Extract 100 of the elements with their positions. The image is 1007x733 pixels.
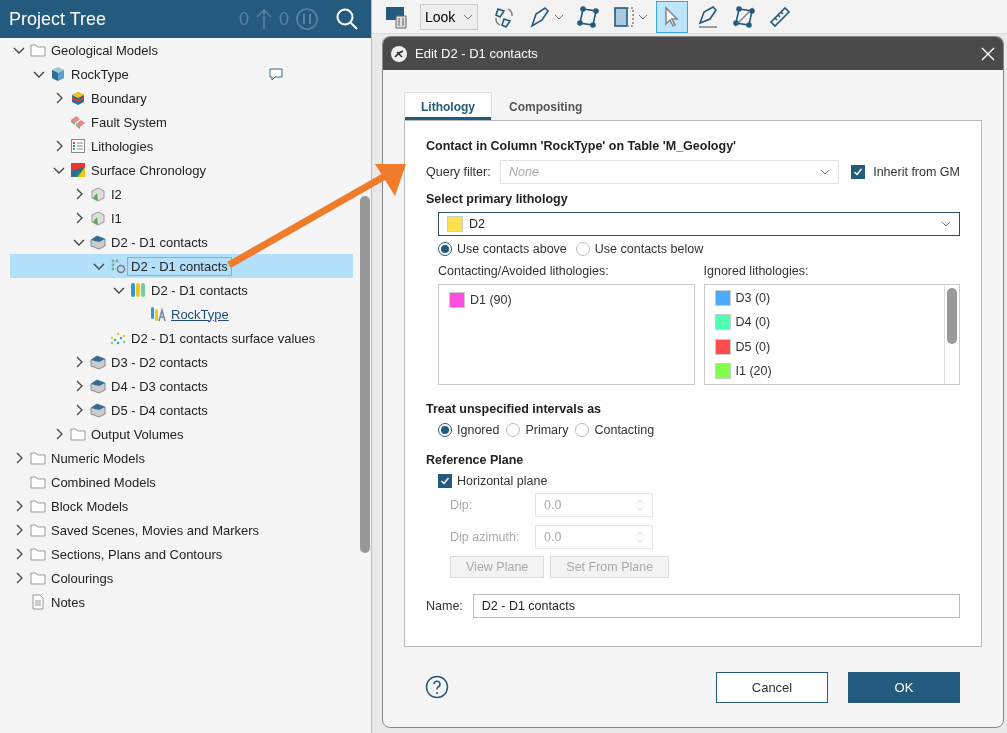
polygon-icon [576, 4, 600, 29]
tree-item[interactable]: RockType [10, 302, 353, 326]
cancel-button[interactable]: Cancel [716, 671, 828, 703]
folder-icon [30, 450, 46, 466]
section-heading: Treat unspecified intervals as [426, 402, 603, 416]
field-label: Dip azimuth: [450, 530, 521, 544]
dialog-title: Edit D2 - D1 contacts [415, 46, 539, 61]
panel-title: Project Tree [9, 8, 108, 30]
radio-label: Contacting [594, 423, 655, 437]
check-icon [853, 167, 864, 177]
tree-item[interactable]: Colourings [10, 566, 353, 590]
radio-label: Primary [525, 423, 569, 437]
counter: 0 [238, 8, 249, 30]
counter: 0 [279, 8, 289, 30]
tree-item[interactable]: Sections, Plans and Contours [10, 542, 353, 566]
tree-item[interactable]: D2 - D1 contacts [10, 278, 353, 302]
tree-item[interactable]: Lithologies [10, 134, 353, 158]
field-label: Query filter: [426, 165, 492, 179]
cube-icon [50, 66, 66, 82]
cube-icon [90, 186, 106, 202]
name-field[interactable]: D2 - D1 contacts [472, 594, 960, 618]
folder-icon [30, 570, 46, 586]
tree-item[interactable]: Fault System [10, 110, 353, 134]
comment-icon[interactable] [269, 67, 283, 81]
radio-button[interactable] [506, 423, 521, 437]
tree-item[interactable]: D5 - D4 contacts [10, 398, 353, 422]
chronology-icon [70, 162, 86, 178]
point-grid-icon [110, 330, 126, 346]
tree-item[interactable]: Saved Scenes, Movies and Markers [10, 518, 353, 542]
tree-item[interactable]: RockType [10, 62, 353, 86]
tree-item[interactable]: Numeric Models [10, 446, 353, 470]
close-icon[interactable] [981, 46, 995, 61]
field-label: Name: [426, 599, 463, 613]
folder-icon [30, 498, 46, 514]
checkbox[interactable] [851, 165, 866, 179]
tree-item[interactable]: Notes [10, 590, 353, 614]
tree-item[interactable]: I1 [10, 206, 353, 230]
list-item[interactable]: I1 (20) [735, 363, 772, 378]
pen-line-icon [696, 4, 720, 29]
polygon-cut-icon [732, 4, 756, 29]
toolbar-button[interactable] [656, 0, 688, 33]
tree-item[interactable]: Combined Models [10, 470, 353, 494]
tab[interactable]: Lithology [404, 92, 492, 120]
radio-button[interactable] [438, 423, 452, 437]
tree-item[interactable]: Output Volumes [10, 422, 353, 446]
search-icon[interactable] [335, 7, 359, 31]
tree-item[interactable]: D2 - D1 contacts [10, 230, 353, 254]
layered-block-icon [90, 378, 106, 394]
tree-item[interactable]: D3 - D2 contacts [10, 350, 353, 374]
radio-button[interactable] [575, 242, 590, 256]
layered-block-icon [90, 402, 106, 418]
folder-icon [70, 426, 86, 442]
list-item[interactable]: D1 (90) [470, 293, 512, 307]
layered-block-icon [90, 234, 106, 250]
scrollbar-thumb[interactable] [360, 196, 370, 553]
tree-item[interactable]: D4 - D3 contacts [10, 374, 353, 398]
caret-icon[interactable] [638, 12, 648, 21]
checkbox-label: Horizontal plane [457, 474, 548, 488]
field-label: Dip: [450, 498, 474, 512]
view-mode-dropdown[interactable]: Look [420, 3, 478, 30]
app-logo-icon [391, 45, 407, 62]
document-icon [30, 594, 46, 610]
caret-icon[interactable] [554, 12, 564, 21]
folder-icon [30, 42, 46, 58]
help-icon[interactable] [425, 675, 449, 699]
caret-icon[interactable] [463, 12, 473, 21]
list-item[interactable]: D3 (0) [735, 291, 771, 306]
section-heading: Contact in Column 'RockType' on Table 'M_Geology' [426, 139, 738, 153]
tree-item[interactable]: I2 [10, 182, 353, 206]
list-label: Ignored lithologies: [703, 264, 810, 278]
folder-icon [30, 522, 46, 538]
caret-icon[interactable] [941, 220, 951, 228]
tree-item[interactable]: Surface Chronology [10, 158, 353, 182]
radio-button[interactable] [575, 423, 590, 437]
tree-item[interactable]: D2 - D1 contacts [10, 254, 353, 278]
fault-blocks-icon [70, 114, 86, 130]
points-gear-icon [110, 258, 126, 274]
scrollbar-thumb[interactable] [947, 288, 957, 344]
pen-icon [528, 4, 552, 29]
legend-list-icon [70, 138, 86, 154]
radio-label: Ignored [457, 423, 500, 437]
section-heading: Select primary lithology [426, 192, 569, 206]
section-heading: Reference Plane [426, 453, 525, 467]
primary-lithology-dropdown[interactable]: D2 [438, 212, 960, 236]
radio-label: Use contacts below [594, 242, 704, 256]
radio-button[interactable] [438, 242, 452, 256]
slice-panel-icon [612, 4, 636, 29]
checkbox-label: Inherit from GM [873, 165, 960, 179]
list-label: Contacting/Avoided lithologies: [438, 264, 610, 278]
list-item[interactable]: D4 (0) [735, 315, 771, 330]
tree-item[interactable]: D2 - D1 contacts surface values [10, 326, 353, 350]
folder-icon [30, 546, 46, 562]
tree-item[interactable]: Geological Models [10, 38, 353, 62]
tree-item[interactable]: Boundary [10, 86, 353, 110]
interval-bars-icon [130, 282, 146, 298]
tab[interactable]: Compositing [492, 92, 600, 120]
tree-item[interactable]: Block Models [10, 494, 353, 518]
list-item[interactable]: D5 (0) [735, 339, 771, 354]
ok-button[interactable]: OK [848, 671, 960, 703]
checkbox[interactable] [438, 474, 452, 488]
